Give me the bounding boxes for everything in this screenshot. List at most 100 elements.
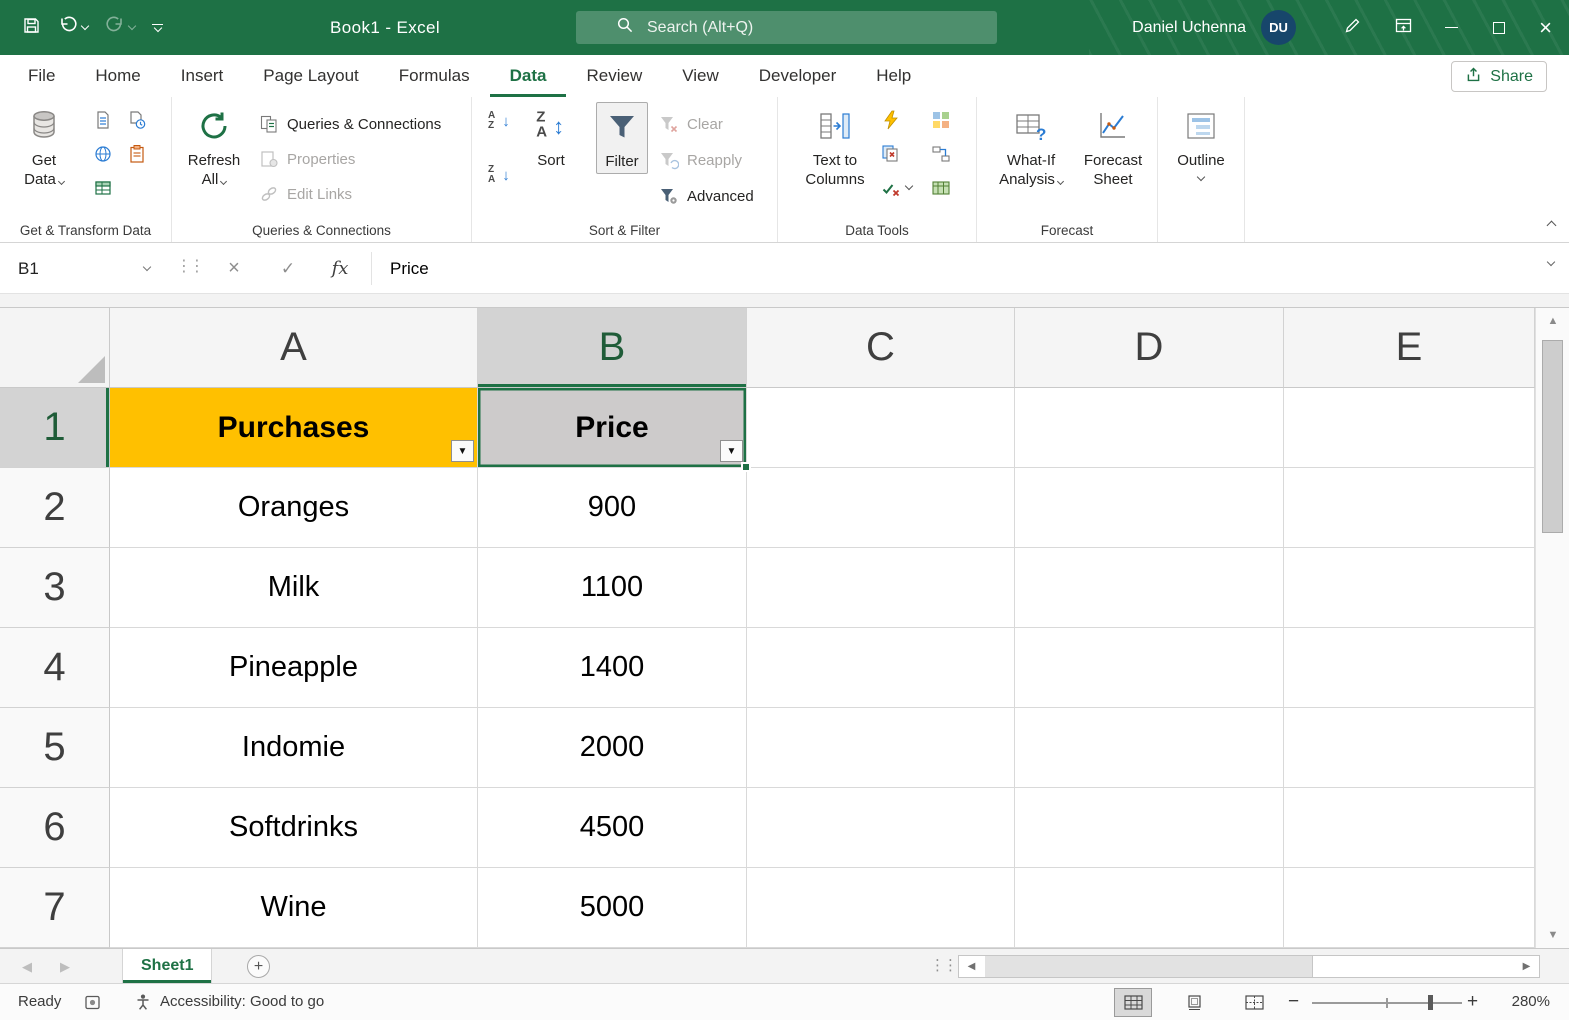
recent-sources-button[interactable] [126,109,148,131]
column-header-b[interactable]: B [478,308,747,388]
tab-page-layout[interactable]: Page Layout [243,55,378,97]
name-box[interactable]: B1 [8,252,160,285]
save-button[interactable] [22,0,41,55]
view-page-layout-button[interactable] [1175,988,1213,1017]
cell-C4[interactable] [747,628,1015,708]
ribbon-display-options-button[interactable] [1378,0,1428,55]
view-normal-button[interactable] [1114,988,1152,1017]
horizontal-scrollbar-thumb[interactable] [985,956,1313,977]
from-table-range-button[interactable] [92,177,114,199]
cell-E6[interactable] [1284,788,1535,868]
existing-connections-button[interactable] [126,143,148,165]
redo-button[interactable] [105,0,135,55]
tab-formulas[interactable]: Formulas [379,55,490,97]
text-to-columns-button[interactable]: Text to Columns [800,104,870,189]
cell-B7[interactable]: 5000 [478,868,747,948]
zoom-percentage[interactable]: 280% [1494,984,1550,1020]
search-input[interactable]: Search (Alt+Q) [576,11,997,44]
relationships-button[interactable] [930,143,952,165]
scroll-right-button[interactable]: ▶ [1514,956,1539,977]
tab-view[interactable]: View [662,55,739,97]
draw-pen-button[interactable] [1328,0,1378,55]
column-header-d[interactable]: D [1015,308,1284,388]
cell-B3[interactable]: 1100 [478,548,747,628]
consolidate-button[interactable] [930,109,952,131]
column-header-e[interactable]: E [1284,308,1535,388]
horizontal-scrollbar-track[interactable] [984,956,1514,977]
properties-button[interactable]: Properties [258,148,355,170]
cell-B4[interactable]: 1400 [478,628,747,708]
cell-D5[interactable] [1015,708,1284,788]
cell-E2[interactable] [1284,468,1535,548]
vertical-scrollbar[interactable]: ▲ ▼ [1535,308,1569,948]
cell-A1[interactable]: Purchases ▼ [110,388,478,468]
select-all-button[interactable] [0,308,110,388]
insert-function-button[interactable]: fx [318,252,362,285]
sort-ascending-button[interactable]: AZ ↓ [488,111,510,131]
cell-E7[interactable] [1284,868,1535,948]
from-web-button[interactable] [92,143,114,165]
outline-button[interactable]: Outline [1171,104,1231,180]
customize-quick-access-button[interactable] [152,24,163,31]
cell-D3[interactable] [1015,548,1284,628]
add-sheet-button[interactable]: + [247,955,270,978]
sheet-tab-sheet1[interactable]: Sheet1 [122,949,212,983]
reapply-button[interactable]: Reapply [658,149,742,171]
row-header-1[interactable]: 1 [0,388,110,468]
formula-input[interactable]: Price [390,252,1490,285]
cell-C1[interactable] [747,388,1015,468]
next-sheet-button[interactable]: ▶ [50,949,80,984]
tab-help[interactable]: Help [856,55,931,97]
avatar[interactable]: DU [1261,10,1296,45]
tab-home[interactable]: Home [75,55,160,97]
accessibility-icon[interactable] [134,993,152,1011]
collapse-ribbon-button[interactable] [1548,216,1555,234]
tab-insert[interactable]: Insert [161,55,244,97]
cancel-button[interactable]: × [212,252,256,285]
accessibility-status[interactable]: Accessibility: Good to go [160,984,324,1020]
advanced-filter-button[interactable]: Advanced [658,185,754,207]
cell-B1[interactable]: Price ▼ [478,388,747,468]
cell-D6[interactable] [1015,788,1284,868]
cell-B5[interactable]: 2000 [478,708,747,788]
cell-B2[interactable]: 900 [478,468,747,548]
tab-review[interactable]: Review [566,55,662,97]
minimize-button[interactable] [1428,0,1475,55]
get-data-button[interactable]: Get Data [8,104,80,189]
scroll-left-button[interactable]: ◀ [959,956,984,977]
cell-D4[interactable] [1015,628,1284,708]
scroll-up-button[interactable]: ▲ [1536,308,1569,334]
expand-formula-bar-button[interactable] [1547,258,1555,266]
remove-duplicates-button[interactable] [880,143,902,165]
row-header-5[interactable]: 5 [0,708,110,788]
sort-button[interactable]: ZA ↕ Sort [526,104,576,170]
zoom-slider[interactable] [1312,1002,1462,1004]
refresh-all-button[interactable]: Refresh All [182,104,246,189]
zoom-out-button[interactable]: − [1288,984,1299,1020]
user-name[interactable]: Daniel Uchenna [1132,19,1246,37]
view-page-break-button[interactable] [1235,988,1273,1017]
cell-C2[interactable] [747,468,1015,548]
edit-links-button[interactable]: Edit Links [258,183,352,205]
cell-D7[interactable] [1015,868,1284,948]
cell-B6[interactable]: 4500 [478,788,747,868]
cell-A7[interactable]: Wine [110,868,478,948]
column-header-c[interactable]: C [747,308,1015,388]
sort-descending-button[interactable]: ZA ↓ [488,165,510,185]
cell-C5[interactable] [747,708,1015,788]
filter-button[interactable]: Filter [596,102,648,174]
row-header-2[interactable]: 2 [0,468,110,548]
cell-A3[interactable]: Milk [110,548,478,628]
tab-data[interactable]: Data [490,55,567,97]
row-header-4[interactable]: 4 [0,628,110,708]
cell-D2[interactable] [1015,468,1284,548]
tab-file[interactable]: File [8,55,75,97]
cell-C7[interactable] [747,868,1015,948]
row-header-6[interactable]: 6 [0,788,110,868]
cell-C6[interactable] [747,788,1015,868]
close-button[interactable]: × [1522,0,1569,55]
column-header-a[interactable]: A [110,308,478,388]
forecast-sheet-button[interactable]: Forecast Sheet [1077,104,1149,189]
from-text-csv-button[interactable] [92,109,114,131]
maximize-button[interactable] [1475,0,1522,55]
